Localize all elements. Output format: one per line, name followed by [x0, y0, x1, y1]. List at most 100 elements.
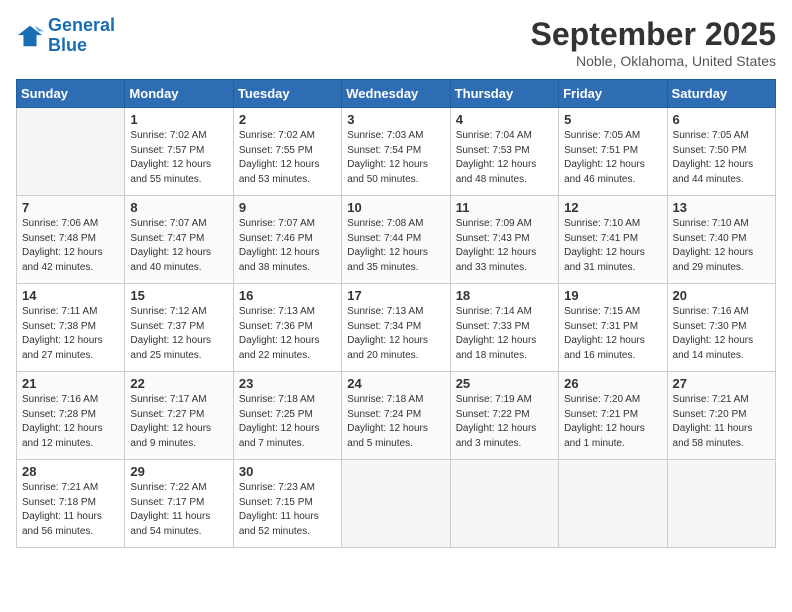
- day-number: 5: [564, 112, 661, 127]
- calendar-day-cell: 22 Sunrise: 7:17 AMSunset: 7:27 PMDayligh…: [125, 372, 233, 460]
- day-info: Sunrise: 7:10 AMSunset: 7:41 PMDaylight:…: [564, 217, 661, 275]
- calendar-day-cell: 9Sunrise: 7:07 AMSunset: 7:46 PMDaylight…: [233, 196, 341, 284]
- day-info: Sunrise: 7:02 AMSunset: 7:57 PMDaylight:…: [130, 129, 227, 187]
- day-info: Sunrise: 7:20 AMSunset: 7:21 PMDaylight:…: [564, 393, 661, 451]
- location: Noble, Oklahoma, United States: [531, 53, 776, 69]
- calendar-week-row: 21 Sunrise: 7:16 AMSunset: 7:28 PMDayligh…: [17, 372, 776, 460]
- day-of-week-header: Tuesday: [233, 80, 341, 108]
- day-number: 6: [673, 112, 770, 127]
- day-info: Sunrise: 7:21 AMSunset: 7:20 PMDaylight:…: [673, 393, 770, 451]
- day-number: 3: [347, 112, 444, 127]
- calendar-day-cell: [342, 460, 450, 548]
- day-of-week-header: Wednesday: [342, 80, 450, 108]
- day-info: Sunrise: 7:17 AMSunset: 7:27 PMDaylight:…: [130, 393, 227, 451]
- day-number: 8: [130, 200, 227, 215]
- calendar-week-row: 7 Sunrise: 7:06 AMSunset: 7:48 PMDaylight…: [17, 196, 776, 284]
- calendar-day-cell: [17, 108, 125, 196]
- day-number: 13: [673, 200, 770, 215]
- day-number: 26: [564, 376, 661, 391]
- calendar-day-cell: 10 Sunrise: 7:08 AMSunset: 7:44 PMDayligh…: [342, 196, 450, 284]
- day-number: 25: [456, 376, 553, 391]
- day-info: Sunrise: 7:23 AMSunset: 7:15 PMDaylight:…: [239, 481, 336, 539]
- calendar-day-cell: 24 Sunrise: 7:18 AMSunset: 7:24 PMDayligh…: [342, 372, 450, 460]
- logo-text: General Blue: [48, 16, 115, 56]
- calendar-day-cell: 21 Sunrise: 7:16 AMSunset: 7:28 PMDayligh…: [17, 372, 125, 460]
- calendar-day-cell: 19Sunrise: 7:15 AMSunset: 7:31 PMDayligh…: [559, 284, 667, 372]
- day-of-week-header: Saturday: [667, 80, 775, 108]
- day-info: Sunrise: 7:02 AMSunset: 7:55 PMDaylight:…: [239, 129, 336, 187]
- calendar-day-cell: 4Sunrise: 7:04 AMSunset: 7:53 PMDaylight…: [450, 108, 558, 196]
- day-number: 27: [673, 376, 770, 391]
- day-of-week-header: Monday: [125, 80, 233, 108]
- page-header: General Blue September 2025 Noble, Oklah…: [16, 16, 776, 69]
- calendar-header: SundayMondayTuesdayWednesdayThursdayFrid…: [17, 80, 776, 108]
- calendar-day-cell: 29Sunrise: 7:22 AMSunset: 7:17 PMDayligh…: [125, 460, 233, 548]
- day-number: 21: [22, 376, 119, 391]
- calendar-day-cell: 20Sunrise: 7:16 AMSunset: 7:30 PMDayligh…: [667, 284, 775, 372]
- day-info: Sunrise: 7:07 AMSunset: 7:47 PMDaylight:…: [130, 217, 227, 275]
- day-number: 11: [456, 200, 553, 215]
- day-info: Sunrise: 7:04 AMSunset: 7:53 PMDaylight:…: [456, 129, 553, 187]
- day-info: Sunrise: 7:19 AMSunset: 7:22 PMDaylight:…: [456, 393, 553, 451]
- day-number: 20: [673, 288, 770, 303]
- day-number: 28: [22, 464, 119, 479]
- calendar-day-cell: 25 Sunrise: 7:19 AMSunset: 7:22 PMDayligh…: [450, 372, 558, 460]
- day-number: 2: [239, 112, 336, 127]
- day-info: Sunrise: 7:09 AMSunset: 7:43 PMDaylight:…: [456, 217, 553, 275]
- day-info: Sunrise: 7:21 AMSunset: 7:18 PMDaylight:…: [22, 481, 119, 539]
- day-number: 14: [22, 288, 119, 303]
- day-number: 15: [130, 288, 227, 303]
- day-info: Sunrise: 7:05 AMSunset: 7:50 PMDaylight:…: [673, 129, 770, 187]
- calendar-day-cell: 1 Sunrise: 7:02 AMSunset: 7:57 PMDaylight…: [125, 108, 233, 196]
- day-number: 16: [239, 288, 336, 303]
- day-info: Sunrise: 7:06 AMSunset: 7:48 PMDaylight:…: [22, 217, 119, 275]
- day-number: 29: [130, 464, 227, 479]
- day-number: 10: [347, 200, 444, 215]
- logo: General Blue: [16, 16, 115, 56]
- day-number: 12: [564, 200, 661, 215]
- day-info: Sunrise: 7:12 AMSunset: 7:37 PMDaylight:…: [130, 305, 227, 363]
- calendar-day-cell: 23 Sunrise: 7:18 AMSunset: 7:25 PMDayligh…: [233, 372, 341, 460]
- calendar-day-cell: 16 Sunrise: 7:13 AMSunset: 7:36 PMDayligh…: [233, 284, 341, 372]
- calendar-table: SundayMondayTuesdayWednesdayThursdayFrid…: [16, 79, 776, 548]
- day-number: 22: [130, 376, 227, 391]
- day-info: Sunrise: 7:16 AMSunset: 7:28 PMDaylight:…: [22, 393, 119, 451]
- day-number: 7: [22, 200, 119, 215]
- calendar-day-cell: 14Sunrise: 7:11 AMSunset: 7:38 PMDayligh…: [17, 284, 125, 372]
- title-block: September 2025 Noble, Oklahoma, United S…: [531, 16, 776, 69]
- day-number: 1: [130, 112, 227, 127]
- calendar-day-cell: 17Sunrise: 7:13 AMSunset: 7:34 PMDayligh…: [342, 284, 450, 372]
- calendar-day-cell: 8 Sunrise: 7:07 AMSunset: 7:47 PMDaylight…: [125, 196, 233, 284]
- month-title: September 2025: [531, 16, 776, 53]
- day-info: Sunrise: 7:18 AMSunset: 7:24 PMDaylight:…: [347, 393, 444, 451]
- days-of-week-row: SundayMondayTuesdayWednesdayThursdayFrid…: [17, 80, 776, 108]
- calendar-day-cell: 26 Sunrise: 7:20 AMSunset: 7:21 PMDayligh…: [559, 372, 667, 460]
- day-info: Sunrise: 7:13 AMSunset: 7:36 PMDaylight:…: [239, 305, 336, 363]
- day-info: Sunrise: 7:14 AMSunset: 7:33 PMDaylight:…: [456, 305, 553, 363]
- calendar-day-cell: 11 Sunrise: 7:09 AMSunset: 7:43 PMDayligh…: [450, 196, 558, 284]
- calendar-day-cell: 27 Sunrise: 7:21 AMSunset: 7:20 PMDayligh…: [667, 372, 775, 460]
- day-number: 24: [347, 376, 444, 391]
- day-of-week-header: Friday: [559, 80, 667, 108]
- calendar-day-cell: 28 Sunrise: 7:21 AMSunset: 7:18 PMDayligh…: [17, 460, 125, 548]
- day-info: Sunrise: 7:18 AMSunset: 7:25 PMDaylight:…: [239, 393, 336, 451]
- calendar-day-cell: 18Sunrise: 7:14 AMSunset: 7:33 PMDayligh…: [450, 284, 558, 372]
- calendar-day-cell: 6 Sunrise: 7:05 AMSunset: 7:50 PMDaylight…: [667, 108, 775, 196]
- calendar-day-cell: 7 Sunrise: 7:06 AMSunset: 7:48 PMDaylight…: [17, 196, 125, 284]
- calendar-day-cell: 15 Sunrise: 7:12 AMSunset: 7:37 PMDayligh…: [125, 284, 233, 372]
- day-of-week-header: Sunday: [17, 80, 125, 108]
- day-info: Sunrise: 7:05 AMSunset: 7:51 PMDaylight:…: [564, 129, 661, 187]
- day-info: Sunrise: 7:08 AMSunset: 7:44 PMDaylight:…: [347, 217, 444, 275]
- day-number: 23: [239, 376, 336, 391]
- calendar-week-row: 14Sunrise: 7:11 AMSunset: 7:38 PMDayligh…: [17, 284, 776, 372]
- day-info: Sunrise: 7:13 AMSunset: 7:34 PMDaylight:…: [347, 305, 444, 363]
- logo-icon: [16, 22, 44, 50]
- day-info: Sunrise: 7:07 AMSunset: 7:46 PMDaylight:…: [239, 217, 336, 275]
- calendar-day-cell: [667, 460, 775, 548]
- day-number: 19: [564, 288, 661, 303]
- day-number: 30: [239, 464, 336, 479]
- calendar-day-cell: 30 Sunrise: 7:23 AMSunset: 7:15 PMDayligh…: [233, 460, 341, 548]
- calendar-day-cell: 2 Sunrise: 7:02 AMSunset: 7:55 PMDaylight…: [233, 108, 341, 196]
- calendar-day-cell: [450, 460, 558, 548]
- day-of-week-header: Thursday: [450, 80, 558, 108]
